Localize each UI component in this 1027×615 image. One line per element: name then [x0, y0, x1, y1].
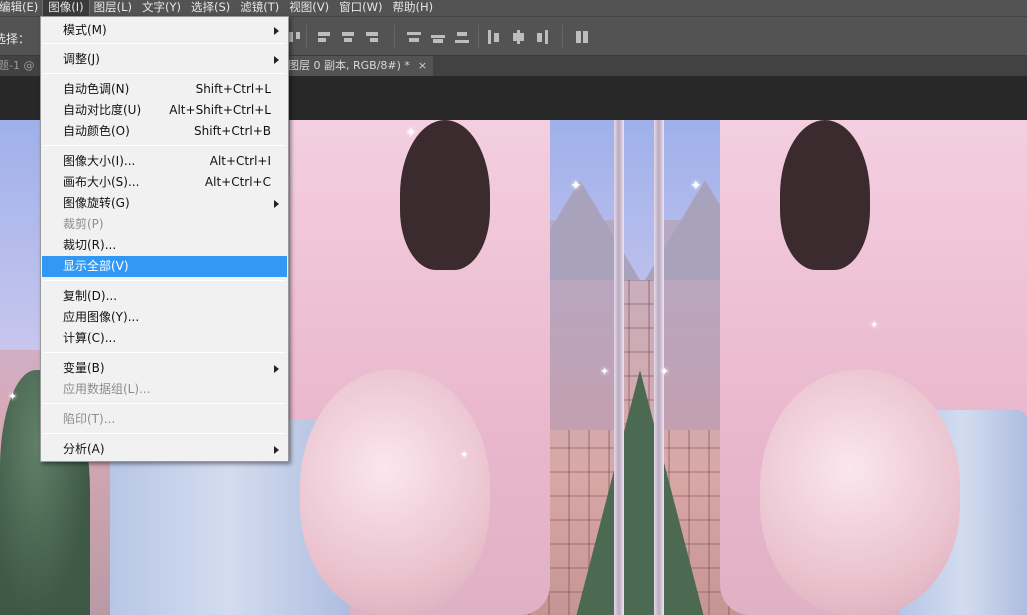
- menu-item-label: 变量(B): [63, 361, 105, 375]
- sparkle-icon: ✦: [690, 178, 702, 194]
- align-right-edges-icon[interactable]: [364, 29, 382, 45]
- menu-edit[interactable]: 编辑(E): [0, 0, 43, 16]
- menu-item-label: 计算(C)...: [63, 331, 117, 345]
- menu-bar: 编辑(E) 图像(I) 图层(L) 文字(Y) 选择(S) 滤镜(T) 视图(V…: [0, 0, 1027, 17]
- canvas-pole-left: [614, 120, 624, 615]
- sparkle-icon: ✦: [405, 125, 417, 141]
- menu-separator: [43, 73, 286, 74]
- menu-item-image-rotation[interactable]: 图像旋转(G): [42, 193, 287, 214]
- menu-item-variables[interactable]: 变量(B): [42, 358, 287, 379]
- tab-title: 图层 0 副本, RGB/8#) *: [288, 59, 410, 72]
- menu-item-label: 显示全部(V): [63, 259, 129, 273]
- distribute-vcenter-icon[interactable]: [430, 29, 448, 45]
- submenu-arrow-icon: [274, 200, 279, 208]
- menu-separator: [43, 352, 286, 353]
- menu-item-canvas-size[interactable]: 画布大小(S)... Alt+Ctrl+C: [42, 172, 287, 193]
- canvas-teddy-right: [760, 370, 960, 615]
- toolbar-divider: [478, 25, 479, 49]
- menu-help[interactable]: 帮助(H): [387, 0, 438, 16]
- menu-item-shortcut: Shift+Ctrl+L: [195, 82, 271, 96]
- canvas-tree: [570, 370, 710, 615]
- menu-item-label: 调整(J): [63, 52, 100, 66]
- align-horizontal-centers-icon[interactable]: [340, 29, 358, 45]
- menu-item-auto-contrast[interactable]: 自动对比度(U) Alt+Shift+Ctrl+L: [42, 100, 287, 121]
- menu-item-image-size[interactable]: 图像大小(I)... Alt+Ctrl+I: [42, 151, 287, 172]
- menu-select[interactable]: 选择(S): [186, 0, 235, 16]
- menu-layer[interactable]: 图层(L): [89, 0, 137, 16]
- menu-separator: [43, 280, 286, 281]
- menu-item-label: 图像旋转(G): [63, 196, 130, 210]
- sparkle-icon: ✦: [8, 390, 18, 403]
- menu-item-duplicate[interactable]: 复制(D)...: [42, 286, 287, 307]
- menu-item-label: 应用图像(Y)...: [63, 310, 140, 324]
- toolbar-divider: [306, 25, 307, 49]
- menu-item-apply-image[interactable]: 应用图像(Y)...: [42, 307, 287, 328]
- menu-item-label: 自动色调(N): [63, 82, 130, 96]
- menu-item-label: 陷印(T)...: [63, 412, 116, 426]
- menu-item-shortcut: Alt+Ctrl+I: [209, 154, 271, 168]
- menu-type[interactable]: 文字(Y): [137, 0, 186, 16]
- menu-separator: [43, 145, 286, 146]
- canvas-figure-right-hair: [780, 120, 870, 270]
- canvas-figure-left-hair: [400, 120, 490, 270]
- distribute-right-icon[interactable]: [534, 29, 552, 45]
- menu-filter[interactable]: 滤镜(T): [235, 0, 284, 16]
- sparkle-icon: ✦: [600, 365, 610, 378]
- image-menu-dropdown: 模式(M) 调整(J) 自动色调(N) Shift+Ctrl+L 自动对比度(U)…: [40, 16, 289, 462]
- menu-item-calculations[interactable]: 计算(C)...: [42, 328, 287, 349]
- menu-item-label: 画布大小(S)...: [63, 175, 140, 189]
- canvas-teddy-left: [300, 370, 490, 615]
- align-left-edges-icon[interactable]: [316, 29, 334, 45]
- menu-view[interactable]: 视图(V): [284, 0, 334, 16]
- tab-untitled[interactable]: 题-1 @: [0, 56, 34, 76]
- toolbar-divider: [394, 25, 395, 49]
- menu-item-mode[interactable]: 模式(M): [42, 20, 287, 41]
- submenu-arrow-icon: [274, 56, 279, 64]
- menu-item-crop: 裁剪(P): [42, 214, 287, 235]
- tab-active-document[interactable]: 图层 0 副本, RGB/8#) * ×: [288, 56, 434, 76]
- menu-window[interactable]: 窗口(W): [334, 0, 387, 16]
- sparkle-icon: ✦: [570, 178, 582, 194]
- menu-item-auto-color[interactable]: 自动颜色(O) Shift+Ctrl+B: [42, 121, 287, 142]
- submenu-arrow-icon: [274, 27, 279, 35]
- menu-item-adjustments[interactable]: 调整(J): [42, 49, 287, 70]
- menu-item-trim[interactable]: 裁切(R)...: [42, 235, 287, 256]
- menu-separator: [43, 43, 286, 44]
- menu-item-label: 分析(A): [63, 442, 105, 456]
- sparkle-icon: ✦: [460, 450, 469, 461]
- menu-item-shortcut: Shift+Ctrl+B: [194, 124, 271, 138]
- sparkle-icon: ✦: [660, 365, 670, 378]
- menu-item-label: 裁切(R)...: [63, 238, 117, 252]
- menu-item-analysis[interactable]: 分析(A): [42, 439, 287, 460]
- sparkle-icon: ✦: [870, 320, 879, 331]
- close-icon[interactable]: ×: [418, 59, 427, 72]
- distribute-bottom-icon[interactable]: [454, 29, 472, 45]
- menu-separator: [43, 433, 286, 434]
- menu-item-reveal-all[interactable]: 显示全部(V): [42, 256, 287, 277]
- menu-item-label: 自动颜色(O): [63, 124, 130, 138]
- menu-item-label: 应用数据组(L)...: [63, 382, 151, 396]
- distribute-left-icon[interactable]: [486, 29, 504, 45]
- menu-separator: [43, 403, 286, 404]
- menu-item-auto-tone[interactable]: 自动色调(N) Shift+Ctrl+L: [42, 79, 287, 100]
- menu-item-label: 模式(M): [63, 23, 107, 37]
- distribute-top-icon[interactable]: [406, 29, 424, 45]
- submenu-arrow-icon: [274, 365, 279, 373]
- auto-align-icon[interactable]: [574, 29, 592, 45]
- menu-item-label: 自动对比度(U): [63, 103, 142, 117]
- menu-item-shortcut: Alt+Shift+Ctrl+L: [169, 103, 271, 117]
- auto-select-label: 选择：: [0, 32, 31, 46]
- menu-item-shortcut: Alt+Ctrl+C: [204, 175, 271, 189]
- submenu-arrow-icon: [274, 446, 279, 454]
- menu-item-label: 复制(D)...: [63, 289, 118, 303]
- menu-image[interactable]: 图像(I): [42, 0, 90, 17]
- menu-item-apply-data-set: 应用数据组(L)...: [42, 379, 287, 400]
- distribute-hcenter-icon[interactable]: [510, 29, 528, 45]
- menu-item-label: 图像大小(I)...: [63, 154, 136, 168]
- menu-item-trap: 陷印(T)...: [42, 409, 287, 430]
- menu-item-label: 裁剪(P): [63, 217, 104, 231]
- toolbar-divider: [562, 25, 563, 49]
